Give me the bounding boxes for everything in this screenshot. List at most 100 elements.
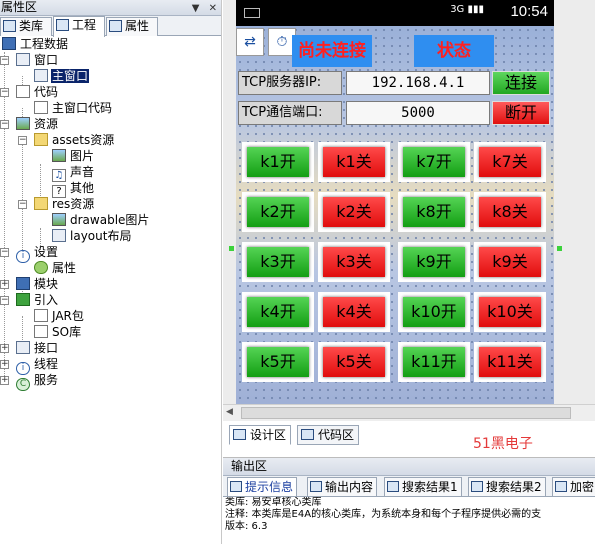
dropdown-icon[interactable]: ▼ [192,3,200,14]
tab-design[interactable]: 设计区 [229,425,292,445]
panel-tabs: 类库 工程 属性 [0,16,221,37]
tab-label: 工程 [72,18,97,32]
expand-toggle[interactable]: + [0,360,9,369]
relay-off-button[interactable]: k1关 [318,142,390,182]
info-icon [230,481,242,492]
collapse-toggle[interactable]: − [18,136,27,145]
tree-item-so[interactable]: SO库 [34,324,82,340]
swap-icon[interactable]: ⇄ [236,28,264,56]
output-panel: 输出区 提示信息 输出内容 搜索结果1 搜索结果2 加密 类库: 易安卓核心类库… [223,457,595,544]
relay-button-label: k3关 [323,247,385,277]
import-icon [16,293,30,306]
output-tabs: 提示信息 输出内容 搜索结果1 搜索结果2 加密 [223,476,595,497]
tree-line [4,52,5,382]
tab-project[interactable]: 工程 [53,16,105,37]
tab-output-content[interactable]: 输出内容 [307,477,378,496]
relay-on-button[interactable]: k11开 [398,342,470,382]
tree-item-assets[interactable]: assets资源 [34,132,115,148]
tree-item-imports[interactable]: 引入 [16,292,59,308]
tree-item-resources[interactable]: 资源 [16,116,59,132]
tcp-port-input[interactable]: 5000 [346,101,490,125]
relay-on-button[interactable]: k3开 [242,242,314,282]
relay-button-label: k8关 [479,197,541,227]
relay-off-button[interactable]: k10关 [474,292,546,332]
status-bar: 3G ▮▮▮ 10:54 [236,0,554,26]
relay-on-button[interactable]: k5开 [242,342,314,382]
relay-off-button[interactable]: k11关 [474,342,546,382]
relay-on-button[interactable]: k10开 [398,292,470,332]
relay-off-button[interactable]: k8关 [474,192,546,232]
relay-off-button[interactable]: k7关 [474,142,546,182]
tree-item-main-window-code[interactable]: 主窗口代码 [34,100,113,116]
tree-item-properties[interactable]: 属性 [34,260,77,276]
resource-icon [16,117,30,130]
expand-toggle[interactable]: + [0,376,9,385]
properties-icon [109,20,122,32]
scrollbar-thumb[interactable] [241,407,571,419]
collapse-toggle[interactable]: − [0,296,9,305]
collapse-toggle[interactable]: − [18,200,27,209]
connect-button[interactable]: 连接 [492,71,550,95]
output-line: 类库: 易安卓核心类库 [225,497,322,508]
tree-item-threads[interactable]: i 线程 [16,356,59,375]
relay-on-button[interactable]: k2开 [242,192,314,232]
relay-off-button[interactable]: k3关 [318,242,390,282]
tree-item-other[interactable]: ? 其他 [52,180,95,198]
window-icon [16,53,30,66]
tcp-ip-input[interactable]: 192.168.4.1 [346,71,490,95]
tree-item-code[interactable]: 代码 [16,84,59,100]
horizontal-scrollbar[interactable]: ◀ [223,404,595,421]
relay-off-button[interactable]: k4关 [318,292,390,332]
tree-item-layout[interactable]: layout布局 [52,228,132,244]
relay-button-label: k11关 [479,347,541,377]
relay-button-label: k2关 [323,197,385,227]
tab-search-results-1[interactable]: 搜索结果1 [384,477,462,496]
tree-item-sounds[interactable]: ♫ 声音 [52,164,95,182]
resize-handle[interactable] [557,246,562,251]
collapse-toggle[interactable]: − [0,120,9,129]
relay-on-button[interactable]: k7开 [398,142,470,182]
status-time: 10:54 [510,3,548,20]
relay-off-button[interactable]: k5关 [318,342,390,382]
tab-hints[interactable]: 提示信息 [227,477,298,496]
relay-button-label: k3开 [247,247,309,277]
disconnect-button[interactable]: 断开 [492,101,550,125]
relay-button-label: k8开 [403,197,465,227]
relay-off-button[interactable]: k9关 [474,242,546,282]
tab-library[interactable]: 类库 [0,17,52,36]
relay-off-button[interactable]: k2关 [318,192,390,232]
close-icon[interactable]: ✕ [209,3,217,14]
expand-toggle[interactable]: + [0,344,9,353]
layout-icon [52,229,66,242]
tree-item-main-window[interactable]: 主窗口 [34,68,90,84]
tree-item-services[interactable]: C 服务 [16,372,59,391]
resize-handle[interactable] [229,246,234,251]
scroll-left-icon[interactable]: ◀ [226,407,233,417]
tree-item-images[interactable]: 图片 [52,148,95,164]
relay-on-button[interactable]: k8开 [398,192,470,232]
collapse-toggle[interactable]: − [0,56,9,65]
tree-item-interfaces[interactable]: 接口 [16,340,59,356]
tree-item-jar[interactable]: JAR包 [34,308,85,324]
relay-on-button[interactable]: k1开 [242,142,314,182]
tab-search-results-2[interactable]: 搜索结果2 [468,477,546,496]
tree-item-project-data[interactable]: 工程数据 [2,36,69,52]
tree-item-settings[interactable]: i 设置 [16,244,59,263]
relay-on-button[interactable]: k9开 [398,242,470,282]
tree-line [22,140,23,254]
tree-item-window[interactable]: 窗口 [16,52,59,68]
relay-button-label: k1关 [323,147,385,177]
tab-encrypt[interactable]: 加密 [552,477,595,496]
expand-toggle[interactable]: + [0,280,9,289]
relay-button-label: k10开 [403,297,465,327]
tab-code[interactable]: 代码区 [297,425,360,445]
output-title: 输出区 [223,458,595,476]
project-icon [2,37,16,50]
tree-item-modules[interactable]: 模块 [16,276,59,292]
tree-item-drawable[interactable]: drawable图片 [52,212,150,228]
collapse-toggle[interactable]: − [0,248,9,257]
relay-on-button[interactable]: k4开 [242,292,314,332]
tree-item-res[interactable]: res资源 [34,196,95,212]
tab-properties[interactable]: 属性 [106,17,158,36]
collapse-toggle[interactable]: − [0,88,9,97]
